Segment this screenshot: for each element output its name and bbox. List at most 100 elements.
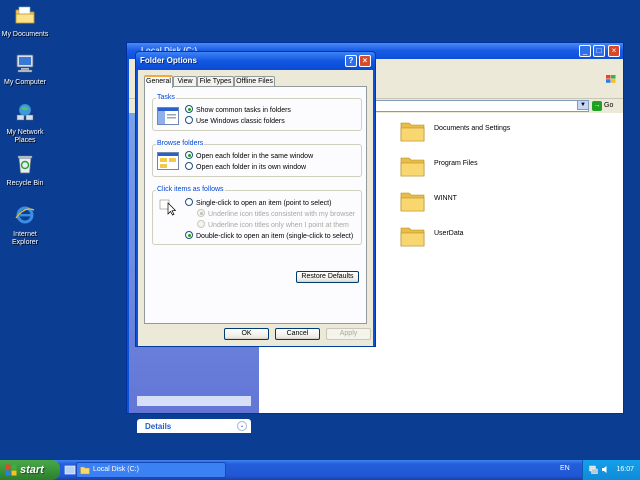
show-common-tasks-option[interactable]: Show common tasks in folders bbox=[185, 105, 291, 115]
single-click-option[interactable]: Single-click to open an item (point to s… bbox=[185, 198, 331, 208]
option-label: Open each folder in its own window bbox=[196, 164, 307, 171]
folder-label: Program Files bbox=[434, 160, 478, 167]
network-icon[interactable] bbox=[589, 465, 598, 474]
radio-button[interactable] bbox=[185, 231, 193, 239]
clock[interactable]: 16:07 bbox=[616, 466, 634, 473]
tab-label: General bbox=[146, 78, 171, 85]
tasks-group: Tasks Show common tasks in folders Use W… bbox=[152, 93, 362, 131]
folder-item[interactable]: Program Files bbox=[400, 154, 550, 180]
browse-folders-group: Browse folders Open each folder in the s… bbox=[152, 139, 362, 177]
tab-general[interactable]: General bbox=[144, 75, 173, 88]
underline-browser-option: Underline icon titles consistent with my… bbox=[197, 209, 355, 219]
browse-preview-icon bbox=[157, 152, 179, 170]
windows-flag-icon bbox=[5, 464, 17, 476]
help-button[interactable]: ? bbox=[345, 55, 357, 67]
ok-button[interactable]: OK bbox=[224, 328, 269, 340]
task-pane-section bbox=[137, 396, 251, 406]
dialog-body: General View File Types Offline Files Ta… bbox=[138, 70, 373, 346]
tasks-preview-icon bbox=[157, 107, 179, 125]
double-click-option[interactable]: Double-click to open an item (single-cli… bbox=[185, 231, 353, 241]
option-label: Double-click to open an item (single-cli… bbox=[196, 233, 354, 240]
option-label: Open each folder in the same window bbox=[196, 153, 314, 160]
folder-icon bbox=[400, 227, 425, 247]
desktop-icon-internet-explorer[interactable]: Internet Explorer bbox=[0, 204, 50, 247]
radio-button[interactable] bbox=[185, 151, 193, 159]
folder-label: WINNT bbox=[434, 195, 457, 202]
pointer-click-icon bbox=[159, 199, 177, 216]
details-section-header[interactable]: Details ⌄ bbox=[137, 419, 251, 433]
start-label: start bbox=[20, 464, 44, 476]
folder-item[interactable]: UserData bbox=[400, 224, 550, 250]
desktop-icon-recycle-bin[interactable]: Recycle Bin bbox=[0, 153, 50, 188]
folder-item[interactable]: Documents and Settings bbox=[400, 119, 550, 145]
desktop-icon-my-documents[interactable]: My Documents bbox=[0, 4, 50, 39]
folder-icon bbox=[400, 192, 425, 212]
browse-group-title: Browse folders bbox=[156, 139, 205, 149]
maximize-button[interactable]: □ bbox=[593, 45, 605, 57]
internet-explorer-icon bbox=[15, 206, 35, 224]
radio-button bbox=[197, 209, 205, 217]
open-own-window-option[interactable]: Open each folder in its own window bbox=[185, 162, 306, 172]
language-indicator[interactable]: EN bbox=[560, 465, 570, 472]
folder-options-dialog[interactable]: Folder Options ? × General View File Typ… bbox=[135, 51, 376, 347]
option-label: Single-click to open an item (point to s… bbox=[196, 200, 332, 207]
go-button[interactable]: → Go bbox=[592, 100, 618, 112]
tasks-group-title: Tasks bbox=[156, 93, 176, 103]
folder-icon bbox=[400, 157, 425, 177]
show-desktop-icon[interactable] bbox=[64, 464, 76, 476]
apply-button: Apply bbox=[326, 328, 371, 340]
folder-icon bbox=[400, 122, 425, 142]
computer-icon bbox=[16, 54, 34, 73]
dialog-close-button[interactable]: × bbox=[359, 55, 371, 67]
desktop-icon-label: My Documents bbox=[1, 31, 49, 38]
desktop-icon-my-computer[interactable]: My Computer bbox=[0, 52, 50, 87]
open-same-window-option[interactable]: Open each folder in the same window bbox=[185, 151, 313, 161]
radio-button bbox=[197, 220, 205, 228]
dialog-title-bar[interactable]: Folder Options ? × bbox=[136, 52, 375, 70]
start-button[interactable]: start bbox=[0, 460, 60, 480]
option-label: Show common tasks in folders bbox=[196, 107, 291, 114]
desktop-icon-my-network-places[interactable]: My Network Places bbox=[0, 102, 50, 145]
folder-item[interactable]: WINNT bbox=[400, 189, 550, 215]
go-arrow-icon: → bbox=[592, 101, 602, 111]
desktop-icon-label: My Network Places bbox=[6, 129, 44, 144]
desktop-icon-label: Recycle Bin bbox=[6, 180, 44, 187]
tab-label: View bbox=[177, 78, 193, 85]
address-dropdown-button[interactable]: ▼ bbox=[577, 100, 589, 110]
chevron-down-icon[interactable]: ⌄ bbox=[237, 421, 247, 431]
desktop-icon-label: Internet Explorer bbox=[11, 231, 39, 246]
taskbar-item-label: Local Disk (C:) bbox=[93, 466, 139, 473]
taskbar-item-local-disk[interactable]: Local Disk (C:) bbox=[76, 462, 226, 478]
restore-defaults-button[interactable]: Restore Defaults bbox=[296, 271, 359, 283]
folder-label: UserData bbox=[434, 230, 464, 237]
click-items-group: Click items as follows Single-click to o… bbox=[152, 185, 362, 245]
minimize-button[interactable]: _ bbox=[579, 45, 591, 57]
radio-button[interactable] bbox=[185, 162, 193, 170]
system-tray: 16:07 bbox=[582, 460, 640, 480]
desktop: My Documents My Computer My Network Plac… bbox=[0, 0, 640, 460]
windows-logo-icon bbox=[606, 75, 616, 83]
click-group-title: Click items as follows bbox=[156, 185, 225, 195]
documents-folder-icon bbox=[15, 6, 35, 24]
dialog-title: Folder Options bbox=[140, 56, 197, 65]
general-tab-panel: Tasks Show common tasks in folders Use W… bbox=[144, 86, 367, 324]
explorer-close-button[interactable]: × bbox=[608, 45, 620, 57]
option-label: Underline icon titles consistent with my… bbox=[208, 211, 356, 218]
option-label: Use Windows classic folders bbox=[196, 118, 285, 125]
radio-button[interactable] bbox=[185, 116, 193, 124]
tab-label: File Types bbox=[199, 78, 232, 85]
radio-button[interactable] bbox=[185, 105, 193, 113]
underline-point-option: Underline icon titles only when I point … bbox=[197, 220, 349, 230]
radio-button[interactable] bbox=[185, 198, 193, 206]
network-places-icon bbox=[16, 103, 34, 121]
details-label: Details bbox=[145, 422, 172, 431]
cancel-button[interactable]: Cancel bbox=[275, 328, 320, 340]
use-classic-folders-option[interactable]: Use Windows classic folders bbox=[185, 116, 285, 126]
recycle-bin-icon bbox=[17, 155, 33, 174]
volume-icon[interactable] bbox=[601, 465, 610, 474]
tab-label: Offline Files bbox=[236, 78, 273, 85]
go-label: Go bbox=[604, 102, 614, 109]
taskbar: start Local Disk (C:) EN 16:07 bbox=[0, 460, 640, 480]
desktop-icon-label: My Computer bbox=[3, 79, 46, 86]
option-label: Underline icon titles only when I point … bbox=[208, 222, 349, 229]
